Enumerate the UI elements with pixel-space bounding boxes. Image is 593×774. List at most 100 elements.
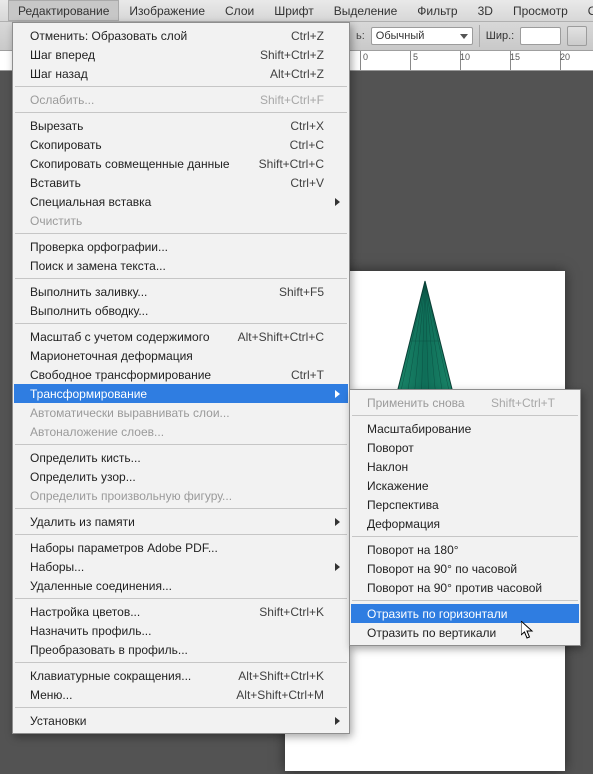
- transform-item-3[interactable]: Поворот: [351, 438, 579, 457]
- edit-item-21[interactable]: Свободное трансформированиеCtrl+T: [14, 365, 348, 384]
- transform-item-label: Отразить по горизонтали: [367, 607, 507, 621]
- edit-item-38[interactable]: Преобразовать в профиль...: [14, 640, 348, 659]
- edit-item-shortcut: Shift+F5: [279, 285, 324, 299]
- edit-item-label: Выполнить заливку...: [30, 285, 147, 299]
- edit-item-label: Вырезать: [30, 119, 83, 133]
- edit-item-label: Автоматически выравнивать слои...: [30, 406, 230, 420]
- edit-separator: [15, 508, 347, 509]
- edit-item-1[interactable]: Шаг вперед Shift+Ctrl+Z: [14, 45, 348, 64]
- transform-item-label: Наклон: [367, 460, 408, 474]
- edit-separator: [15, 444, 347, 445]
- edit-item-shortcut: Alt+Shift+Ctrl+K: [238, 669, 324, 683]
- edit-item-41[interactable]: Меню...Alt+Shift+Ctrl+M: [14, 685, 348, 704]
- edit-item-label: Вставить: [30, 176, 81, 190]
- transform-item-9[interactable]: Поворот на 180°: [351, 540, 579, 559]
- edit-separator: [15, 112, 347, 113]
- edit-item-26[interactable]: Определить кисть...: [14, 448, 348, 467]
- edit-item-label: Шаг назад: [30, 67, 88, 81]
- edit-item-8[interactable]: Скопировать совмещенные данныеShift+Ctrl…: [14, 154, 348, 173]
- transform-item-label: Применить снова: [367, 396, 465, 410]
- edit-item-33[interactable]: Наборы...: [14, 557, 348, 576]
- menu-view[interactable]: Просмотр: [503, 0, 578, 21]
- edit-item-shortcut: Ctrl+X: [290, 119, 324, 133]
- edit-item-37[interactable]: Назначить профиль...: [14, 621, 348, 640]
- edit-item-9[interactable]: Вставить Ctrl+V: [14, 173, 348, 192]
- edit-item-label: Удаленные соединения...: [30, 579, 172, 593]
- edit-item-11: Очистить: [14, 211, 348, 230]
- edit-item-7[interactable]: СкопироватьCtrl+C: [14, 135, 348, 154]
- edit-item-shortcut: Alt+Shift+Ctrl+C: [238, 330, 324, 344]
- edit-item-shortcut: Alt+Ctrl+Z: [270, 67, 324, 81]
- edit-item-label: Клавиатурные сокращения...: [30, 669, 191, 683]
- edit-item-34[interactable]: Удаленные соединения...: [14, 576, 348, 595]
- edit-item-label: Специальная вставка: [30, 195, 151, 209]
- transform-item-4[interactable]: Наклон: [351, 457, 579, 476]
- edit-item-shortcut: Ctrl+T: [291, 368, 324, 382]
- edit-item-label: Выполнить обводку...: [30, 304, 148, 318]
- transform-item-shortcut: Shift+Ctrl+T: [491, 396, 555, 410]
- edit-item-label: Наборы параметров Adobe PDF...: [30, 541, 218, 555]
- transform-item-6[interactable]: Перспектива: [351, 495, 579, 514]
- edit-separator: [15, 598, 347, 599]
- menu-3d[interactable]: 3D: [468, 0, 503, 21]
- edit-item-17[interactable]: Выполнить обводку...: [14, 301, 348, 320]
- transform-item-0: Применить снова Shift+Ctrl+T: [351, 393, 579, 412]
- menu-filter[interactable]: Фильтр: [407, 0, 467, 21]
- edit-item-shortcut: Ctrl+V: [290, 176, 324, 190]
- edit-item-label: Настройка цветов...: [30, 605, 140, 619]
- edit-item-30[interactable]: Удалить из памяти: [14, 512, 348, 531]
- edit-item-36[interactable]: Настройка цветов...Shift+Ctrl+K: [14, 602, 348, 621]
- edit-item-label: Очистить: [30, 214, 82, 228]
- edit-item-shortcut: Ctrl+Z: [291, 29, 324, 43]
- edit-item-22[interactable]: Трансформирование: [14, 384, 348, 403]
- edit-dropdown: Отменить: Образовать слойCtrl+ZШаг впере…: [12, 22, 350, 734]
- edit-item-6[interactable]: Вырезать Ctrl+X: [14, 116, 348, 135]
- submenu-arrow-icon: [335, 563, 340, 571]
- edit-item-shortcut: Shift+Ctrl+Z: [260, 48, 324, 62]
- menu-window[interactable]: Окно: [578, 0, 593, 21]
- ruler-tick-10: 10: [460, 52, 470, 62]
- menu-edit[interactable]: Редактирование: [8, 0, 119, 21]
- menu-select[interactable]: Выделение: [324, 0, 408, 21]
- edit-item-16[interactable]: Выполнить заливку... Shift+F5: [14, 282, 348, 301]
- width-input[interactable]: [520, 27, 561, 45]
- edit-separator: [15, 86, 347, 87]
- edit-item-13[interactable]: Проверка орфографии...: [14, 237, 348, 256]
- menu-layers[interactable]: Слои: [215, 0, 264, 21]
- transform-item-5[interactable]: Искажение: [351, 476, 579, 495]
- edit-item-2[interactable]: Шаг назад Alt+Ctrl+Z: [14, 64, 348, 83]
- menu-type[interactable]: Шрифт: [264, 0, 323, 21]
- transform-item-10[interactable]: Поворот на 90° по часовой: [351, 559, 579, 578]
- submenu-arrow-icon: [335, 518, 340, 526]
- transform-item-13[interactable]: Отразить по горизонтали: [351, 604, 579, 623]
- edit-item-0[interactable]: Отменить: Образовать слойCtrl+Z: [14, 26, 348, 45]
- transform-separator: [352, 415, 578, 416]
- transform-item-14[interactable]: Отразить по вертикали: [351, 623, 579, 642]
- edit-item-27[interactable]: Определить узор...: [14, 467, 348, 486]
- edit-item-20[interactable]: Марионеточная деформация: [14, 346, 348, 365]
- blend-mode-value: Обычный: [376, 30, 425, 42]
- edit-item-label: Преобразовать в профиль...: [30, 643, 188, 657]
- edit-item-shortcut: Shift+Ctrl+C: [259, 157, 324, 171]
- edit-item-10[interactable]: Специальная вставка: [14, 192, 348, 211]
- edit-item-label: Определить кисть...: [30, 451, 141, 465]
- options-button[interactable]: [567, 26, 587, 46]
- transform-item-2[interactable]: Масштабирование: [351, 419, 579, 438]
- edit-item-43[interactable]: Установки: [14, 711, 348, 730]
- edit-item-32[interactable]: Наборы параметров Adobe PDF...: [14, 538, 348, 557]
- transform-item-label: Поворот на 180°: [367, 543, 459, 557]
- edit-item-14[interactable]: Поиск и замена текста...: [14, 256, 348, 275]
- edit-item-23: Автоматически выравнивать слои...: [14, 403, 348, 422]
- transform-item-11[interactable]: Поворот на 90° против часовой: [351, 578, 579, 597]
- edit-item-label: Шаг вперед: [30, 48, 95, 62]
- edit-item-shortcut: Shift+Ctrl+F: [260, 93, 324, 107]
- edit-item-label: Наборы...: [30, 560, 84, 574]
- blend-mode-select[interactable]: Обычный: [371, 27, 473, 45]
- transform-item-label: Поворот на 90° по часовой: [367, 562, 517, 576]
- transform-submenu: Применить снова Shift+Ctrl+T Масштабирован…: [349, 389, 581, 646]
- edit-item-40[interactable]: Клавиатурные сокращения... Alt+Shift+Ctrl…: [14, 666, 348, 685]
- menu-image[interactable]: Изображение: [119, 0, 215, 21]
- transform-item-7[interactable]: Деформация: [351, 514, 579, 533]
- edit-item-label: Автоналожение слоев...: [30, 425, 164, 439]
- edit-item-19[interactable]: Масштаб с учетом содержимогоAlt+Shift+Ct…: [14, 327, 348, 346]
